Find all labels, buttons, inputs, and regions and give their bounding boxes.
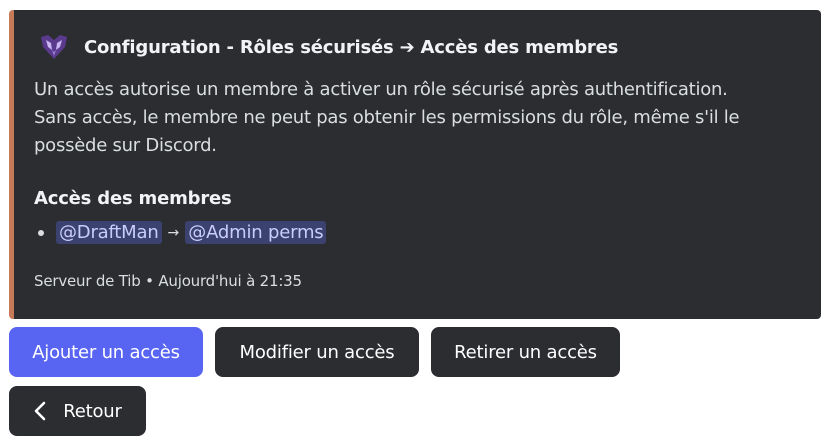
- shield-logo-icon: [38, 31, 70, 63]
- description-line: possède sur Discord.: [34, 135, 217, 156]
- bullet-icon: [38, 229, 44, 236]
- field-title: Accès des membres: [34, 188, 232, 209]
- description-line: Un accès autorise un membre à activer un…: [34, 79, 728, 100]
- arrow-right-icon: →: [167, 224, 180, 241]
- chevron-left-icon: [33, 401, 47, 421]
- embed-footer: Serveur de Tib • Aujourd'hui à 21:35: [34, 272, 302, 290]
- embed-description: Un accès autorise un membre à activer un…: [34, 76, 804, 160]
- embed-author: Configuration - Rôles sécurisés ➔ Accès …: [38, 31, 618, 63]
- description-line: Sans accès, le membre ne peut pas obteni…: [34, 107, 740, 128]
- member-mention[interactable]: @DraftMan: [56, 221, 162, 244]
- remove-access-button[interactable]: Retirer un accès: [431, 327, 620, 377]
- edit-access-button[interactable]: Modifier un accès: [215, 327, 419, 377]
- access-list-item: @DraftMan → @Admin perms: [34, 221, 327, 244]
- back-label: Retour: [63, 400, 122, 422]
- remove-access-label: Retirer un accès: [454, 341, 597, 363]
- role-mention[interactable]: @Admin perms: [185, 221, 327, 244]
- back-button[interactable]: Retour: [9, 386, 146, 436]
- edit-access-label: Modifier un accès: [239, 341, 395, 363]
- add-access-button[interactable]: Ajouter un accès: [9, 327, 203, 377]
- add-access-label: Ajouter un accès: [32, 341, 180, 363]
- embed-title: Configuration - Rôles sécurisés ➔ Accès …: [84, 36, 619, 58]
- embed-card: Configuration - Rôles sécurisés ➔ Accès …: [9, 10, 821, 319]
